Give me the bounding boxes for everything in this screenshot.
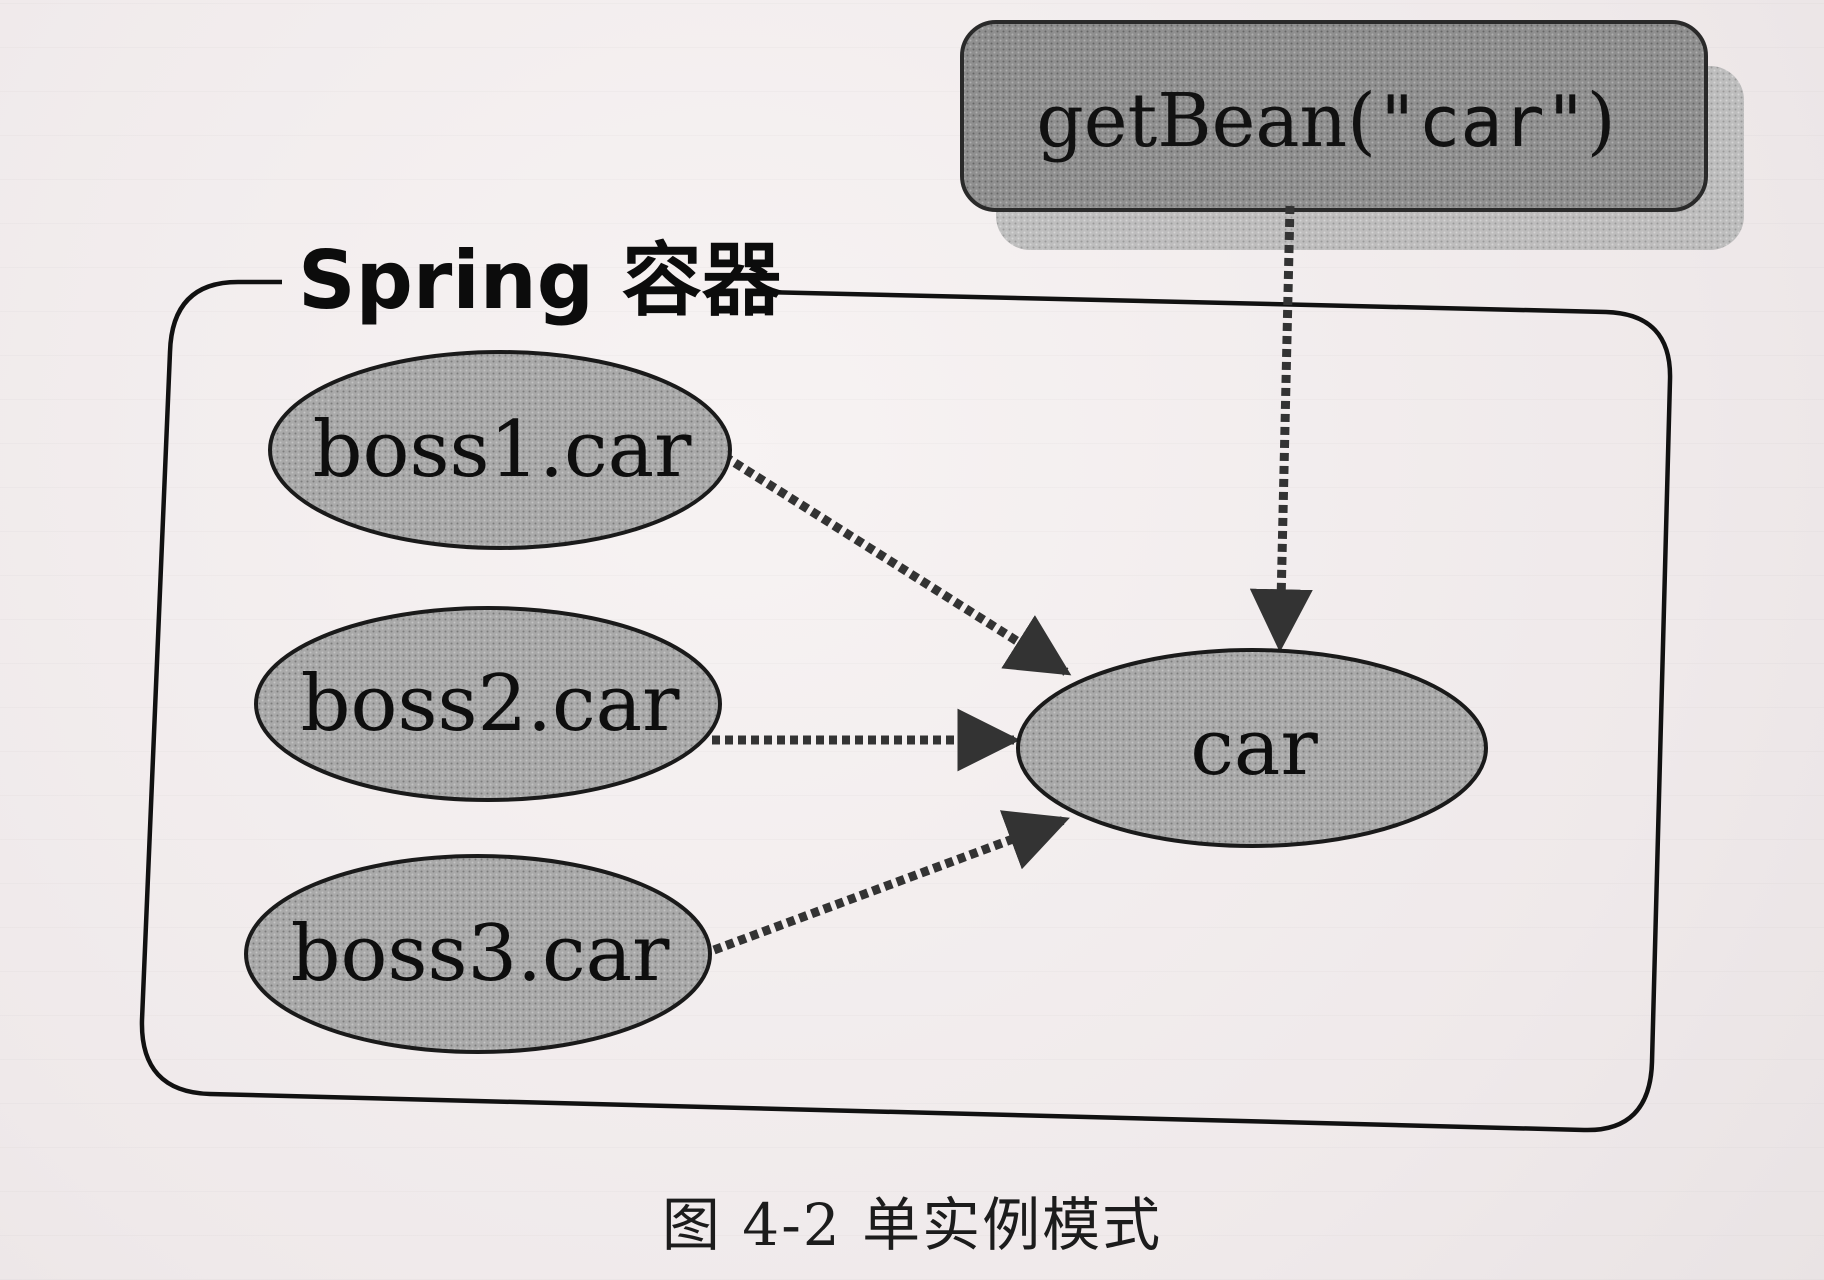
call-label: getBean("car") [1036, 78, 1615, 164]
call-label-suffix: ) [1587, 78, 1616, 164]
call-label-prefix: getBean( [1036, 78, 1376, 164]
node-boss1-label: boss1.car [313, 405, 693, 495]
arrow-boss1-to-car [721, 452, 1072, 676]
figure-page: getBean("car") Spring 容器 boss1.car boss2… [0, 0, 1824, 1280]
arrow-getbean-to-car [1249, 205, 1313, 653]
node-boss2-label: boss2.car [301, 659, 681, 749]
node-boss3-label: boss3.car [291, 909, 671, 999]
call-label-arg: "car" [1376, 81, 1587, 163]
container-title: Spring 容器 [298, 234, 783, 327]
arrow-boss3-to-car [712, 810, 1070, 955]
node-car-label: car [1190, 703, 1318, 793]
figure-caption: 图 4-2 单实例模式 [661, 1191, 1163, 1259]
singleton-diagram: getBean("car") Spring 容器 boss1.car boss2… [139, 20, 1744, 1133]
